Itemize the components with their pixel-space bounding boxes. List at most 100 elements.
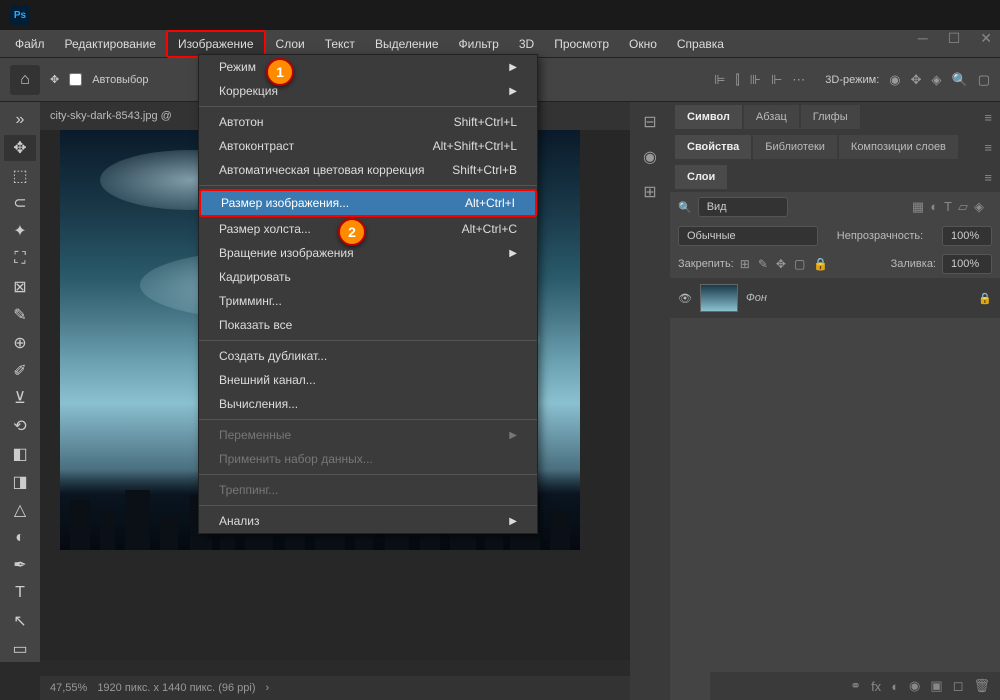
align-icon[interactable]: ⊫ <box>714 72 725 88</box>
filter-pixel-icon[interactable]: ▦ <box>912 199 924 215</box>
zoom-level[interactable]: 47,55% <box>50 682 87 694</box>
menu-view[interactable]: Просмотр <box>544 32 619 56</box>
chevron-right-icon[interactable]: › <box>266 682 270 694</box>
filter-smart-icon[interactable]: ◈ <box>974 199 984 215</box>
history-tool-icon[interactable]: ⟲ <box>4 413 36 439</box>
menu-window[interactable]: Окно <box>619 32 667 56</box>
stamp-tool-icon[interactable]: ⊻ <box>4 385 36 411</box>
panel-toggle-icon[interactable]: » <box>4 107 36 133</box>
menu-autocontrast[interactable]: АвтоконтрастAlt+Shift+Ctrl+L <box>199 134 537 158</box>
menu-help[interactable]: Справка <box>667 32 734 56</box>
tab-glyphs[interactable]: Глифы <box>801 105 860 129</box>
align-icon[interactable]: ⊩ <box>771 72 782 88</box>
grid-icon[interactable]: ⊞ <box>643 182 656 202</box>
filter-shape-icon[interactable]: ▱ <box>958 199 968 215</box>
pen-tool-icon[interactable]: ✒ <box>4 553 36 579</box>
marquee-tool-icon[interactable]: ⬚ <box>4 163 36 189</box>
menu-layers[interactable]: Слои <box>266 32 315 56</box>
zoom-icon[interactable]: ◈ <box>932 72 942 88</box>
search-icon[interactable]: 🔍 <box>678 201 692 214</box>
lock-pixels-icon[interactable]: ✎ <box>758 257 768 271</box>
swatches-icon[interactable]: ◉ <box>643 147 657 167</box>
new-layer-icon[interactable]: ◻ <box>953 678 964 694</box>
layer-name[interactable]: Фон <box>746 292 767 304</box>
shape-tool-icon[interactable]: ▭ <box>4 636 36 662</box>
lock-icon[interactable]: 🔒 <box>813 257 828 271</box>
tab-libraries[interactable]: Библиотеки <box>753 135 837 159</box>
align-icon[interactable]: ⫿ <box>735 72 739 88</box>
visibility-icon[interactable]: 👁 <box>678 292 692 305</box>
blend-mode-dropdown[interactable]: Обычные <box>678 226 818 246</box>
tab-paragraph[interactable]: Абзац <box>744 105 799 129</box>
layer-row-background[interactable]: 👁 Фон 🔒 <box>670 278 1000 318</box>
orbit-icon[interactable]: ◉ <box>889 72 900 88</box>
menu-image-size[interactable]: Размер изображения...Alt+Ctrl+I <box>199 189 537 217</box>
panel-menu-icon[interactable]: ≡ <box>984 110 992 125</box>
group-icon[interactable]: ▣ <box>930 678 942 694</box>
dodge-tool-icon[interactable]: ◐ <box>4 525 36 551</box>
menu-3d[interactable]: 3D <box>509 32 544 56</box>
menu-reveal-all[interactable]: Показать все <box>199 313 537 337</box>
eraser-tool-icon[interactable]: ◧ <box>4 441 36 467</box>
wand-tool-icon[interactable]: ✦ <box>4 218 36 244</box>
tab-layers[interactable]: Слои <box>675 165 727 189</box>
menu-trim[interactable]: Тримминг... <box>199 289 537 313</box>
lock-artboard-icon[interactable]: ▢ <box>794 257 805 271</box>
mask-icon[interactable]: ◐ <box>891 679 899 694</box>
menu-autotone[interactable]: АвтотонShift+Ctrl+L <box>199 110 537 134</box>
lock-all-icon[interactable]: ⊞ <box>740 257 750 271</box>
menu-crop[interactable]: Кадрировать <box>199 265 537 289</box>
fx-icon[interactable]: fx <box>871 679 881 694</box>
more-icon[interactable]: ⋯ <box>792 72 805 88</box>
menu-duplicate[interactable]: Создать дубликат... <box>199 344 537 368</box>
close-icon[interactable]: ✕ <box>980 30 992 47</box>
align-icon[interactable]: ⊪ <box>750 72 761 88</box>
menu-text[interactable]: Текст <box>315 32 365 56</box>
move-tool-icon[interactable]: ✥ <box>4 135 36 161</box>
path-tool-icon[interactable]: ↖ <box>4 608 36 634</box>
menu-adjustments[interactable]: Коррекция▶ <box>199 79 537 103</box>
crop-tool-icon[interactable]: ⛶ <box>4 246 36 272</box>
menu-autocolor[interactable]: Автоматическая цветовая коррекцияShift+C… <box>199 158 537 182</box>
fill-field[interactable]: 100% <box>942 254 992 274</box>
panel-menu-icon[interactable]: ≡ <box>984 170 992 185</box>
menu-select[interactable]: Выделение <box>365 32 449 56</box>
layer-thumbnail[interactable] <box>700 284 738 312</box>
pan-icon[interactable]: ✥ <box>911 72 922 88</box>
tab-character[interactable]: Символ <box>675 105 742 129</box>
home-icon[interactable]: ⌂ <box>10 65 40 95</box>
menu-mode[interactable]: Режим▶ <box>199 55 537 79</box>
move-tool-icon[interactable]: ✥ <box>50 73 59 86</box>
document-tab[interactable]: city-sky-dark-8543.jpg @ <box>50 110 172 122</box>
maximize-icon[interactable]: ☐ <box>948 30 961 47</box>
tab-properties[interactable]: Свойства <box>675 135 751 159</box>
menu-calculations[interactable]: Вычисления... <box>199 392 537 416</box>
menu-rotate[interactable]: Вращение изображения▶ <box>199 241 537 265</box>
brush-tool-icon[interactable]: ✐ <box>4 358 36 384</box>
panel-menu-icon[interactable]: ≡ <box>984 140 992 155</box>
minimize-icon[interactable]: ─ <box>918 30 928 47</box>
menu-edit[interactable]: Редактирование <box>55 32 166 56</box>
blur-tool-icon[interactable]: △ <box>4 497 36 523</box>
lock-position-icon[interactable]: ✥ <box>776 257 786 271</box>
search-icon[interactable]: 🔍 <box>952 72 968 88</box>
menu-apply-image[interactable]: Внешний канал... <box>199 368 537 392</box>
autoselect-checkbox[interactable] <box>69 73 82 86</box>
ruler-icon[interactable]: ⊟ <box>643 112 656 132</box>
filter-adjust-icon[interactable]: ◐ <box>930 199 938 215</box>
workspace-icon[interactable]: ▢ <box>978 72 990 88</box>
gradient-tool-icon[interactable]: ◨ <box>4 469 36 495</box>
lasso-tool-icon[interactable]: ⊂ <box>4 191 36 217</box>
menu-file[interactable]: Файл <box>5 32 55 56</box>
adjust-icon[interactable]: ◉ <box>909 678 920 694</box>
frame-tool-icon[interactable]: ⊠ <box>4 274 36 300</box>
heal-tool-icon[interactable]: ⊕ <box>4 330 36 356</box>
menu-analysis[interactable]: Анализ▶ <box>199 509 537 533</box>
lock-icon[interactable]: 🔒 <box>978 292 992 305</box>
doc-dimensions[interactable]: 1920 пикс. x 1440 пикс. (96 ppi) <box>97 682 255 694</box>
filter-type-dropdown[interactable]: Вид <box>698 197 788 217</box>
link-icon[interactable]: ⚭ <box>850 678 861 694</box>
eyedropper-tool-icon[interactable]: ✎ <box>4 302 36 328</box>
menu-canvas-size[interactable]: Размер холста...Alt+Ctrl+C <box>199 217 537 241</box>
filter-type-icon[interactable]: T <box>944 199 952 215</box>
